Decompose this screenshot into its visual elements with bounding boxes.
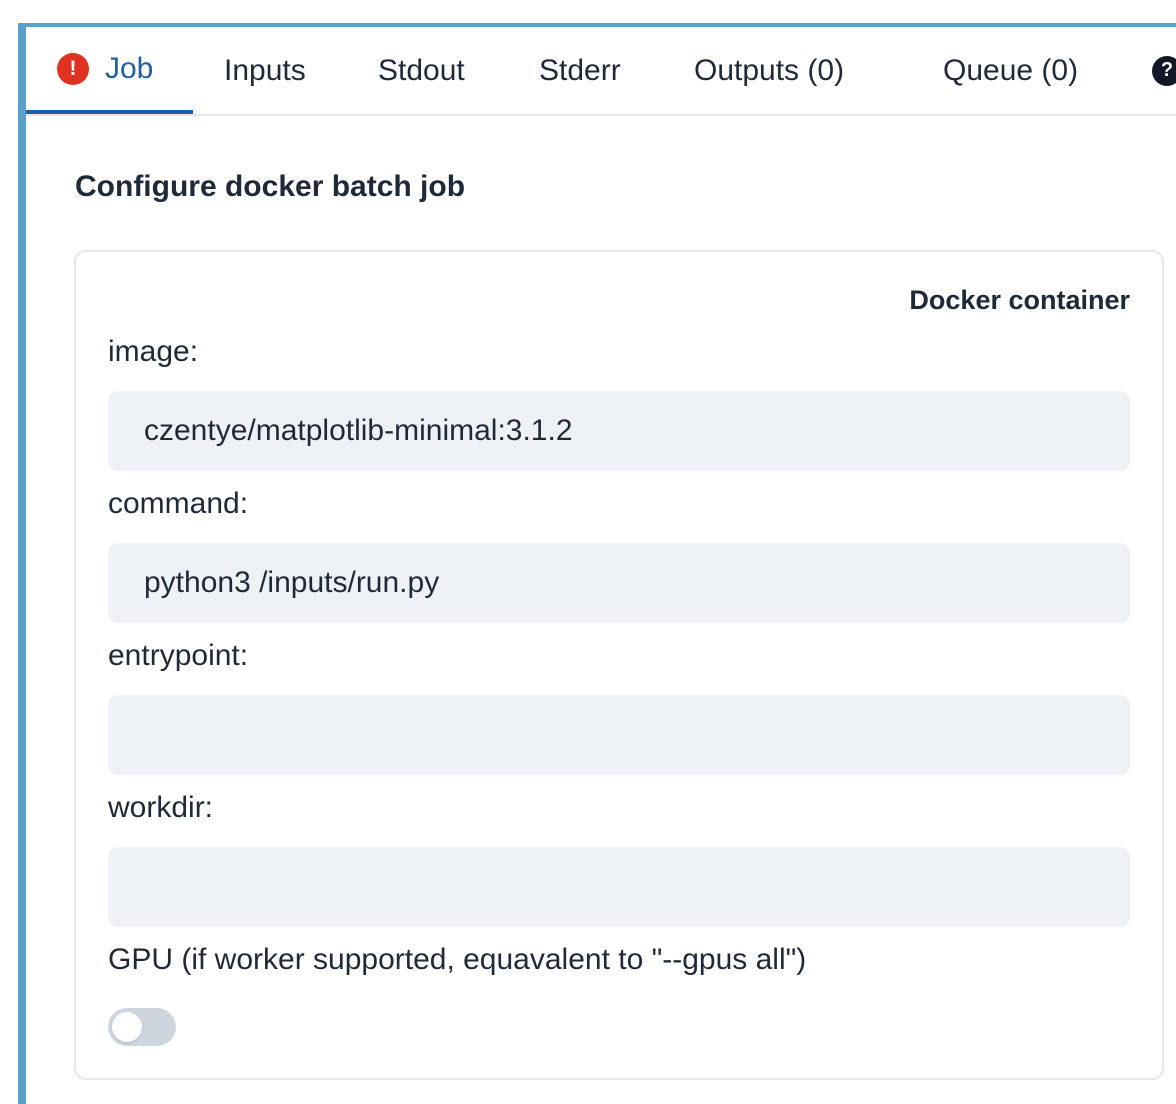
page: ! Job Inputs Stdout Stderr Outputs (0) Q… (0, 0, 1176, 1104)
section-title: Configure docker batch job (75, 170, 466, 203)
tab-stdout[interactable]: Stdout (378, 27, 465, 114)
tab-job-label: Job (105, 51, 154, 85)
tab-stdout-label: Stdout (378, 53, 465, 87)
tab-outputs-label: Outputs (0) (694, 53, 845, 87)
tab-inputs[interactable]: Inputs (224, 27, 306, 114)
tab-stderr-label: Stderr (539, 53, 621, 87)
image-input[interactable] (108, 391, 1130, 471)
tab-outputs[interactable]: Outputs (0) (694, 27, 844, 114)
tab-bar: ! Job Inputs Stdout Stderr Outputs (0) Q… (26, 27, 1176, 116)
tab-inputs-label: Inputs (224, 53, 306, 87)
tab-queue-label: Queue (0) (943, 53, 1079, 87)
entrypoint-label: entrypoint: (108, 639, 249, 672)
entrypoint-input[interactable] (108, 695, 1130, 775)
workdir-input[interactable] (108, 847, 1130, 927)
tab-stderr[interactable]: Stderr (539, 27, 621, 114)
gpu-toggle[interactable] (108, 1008, 176, 1046)
tab-help[interactable]: ? (1152, 27, 1176, 114)
image-label: image: (108, 335, 199, 368)
tab-queue[interactable]: Queue (0) (943, 27, 1078, 114)
cropped-page-header (100, 0, 350, 6)
command-input[interactable] (108, 543, 1130, 623)
docker-container-card: Docker container image: command: entrypo… (74, 250, 1164, 1080)
gpu-label: GPU (if worker supported, equavalent to … (108, 943, 807, 976)
tab-job[interactable]: ! Job (26, 27, 193, 114)
question-icon: ? (1152, 55, 1176, 86)
card-heading: Docker container (909, 285, 1130, 315)
exclamation-icon: ! (57, 52, 89, 85)
command-label: command: (108, 487, 249, 520)
toggle-knob (112, 1012, 142, 1042)
workdir-label: workdir: (108, 791, 214, 824)
job-panel: ! Job Inputs Stdout Stderr Outputs (0) Q… (18, 23, 1176, 1104)
